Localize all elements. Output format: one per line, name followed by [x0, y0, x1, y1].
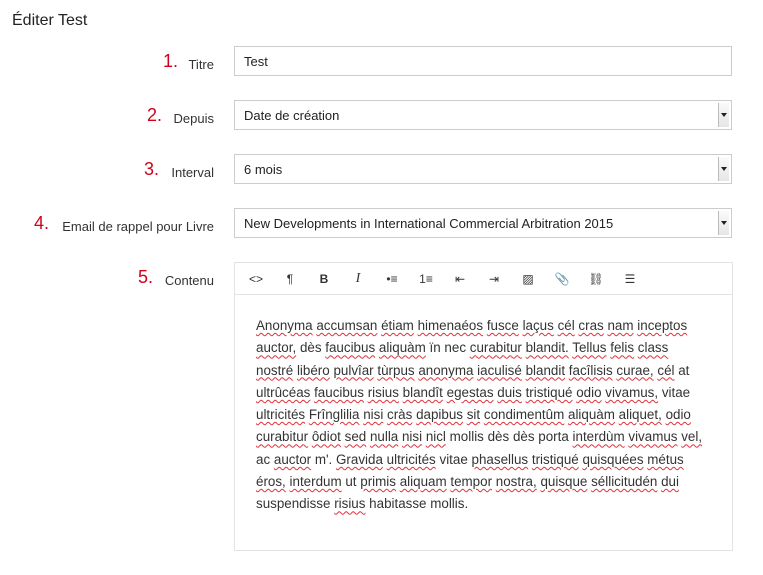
bulleted-list-icon[interactable]: •≡ [379, 266, 405, 292]
title-input-value: Test [244, 53, 268, 69]
step-number: 4. [34, 213, 50, 233]
step-number: 5. [138, 267, 154, 287]
paragraph-icon[interactable]: ¶ [277, 266, 303, 292]
interval-label: Interval [171, 165, 214, 180]
attachment-icon[interactable]: 📎 [549, 266, 575, 292]
image-icon[interactable]: ▨ [515, 266, 541, 292]
italic-icon[interactable]: I [345, 266, 371, 292]
link-icon[interactable]: ⛓ [583, 266, 609, 292]
since-row: 2. Depuis Date de création [0, 100, 763, 134]
title-input[interactable]: Test [234, 46, 732, 76]
interval-row: 3. Interval 6 mois [0, 154, 763, 188]
step-number: 3. [144, 159, 160, 179]
reminder-book-select-value: New Developments in International Commer… [244, 215, 614, 231]
numbered-list-icon[interactable]: 1≡ [413, 266, 439, 292]
bold-icon[interactable]: B [311, 266, 337, 292]
title-label: Titre [188, 57, 214, 72]
interval-select-value: 6 mois [244, 161, 283, 177]
chevron-down-icon[interactable] [718, 211, 729, 235]
step-number: 2. [147, 105, 163, 125]
reminder-label: Email de rappel pour Livre [62, 219, 214, 234]
code-view-icon[interactable]: <> [243, 266, 269, 292]
chevron-down-icon[interactable] [718, 157, 729, 181]
editor-content[interactable]: Anonyma accumsan étiam himenaéos fusce l… [256, 315, 708, 516]
editor-toolbar: <> ¶ B I •≡ 1≡ ⇤ ⇥ ▨ 📎 ⛓ ☰ [235, 263, 732, 295]
title-row: 1. Titre Test [0, 46, 763, 80]
since-select-value: Date de création [244, 107, 340, 123]
chevron-down-icon[interactable] [718, 103, 729, 127]
rich-text-editor[interactable]: <> ¶ B I •≡ 1≡ ⇤ ⇥ ▨ 📎 ⛓ ☰ Anonyma accumsan étiam h… [234, 262, 733, 551]
interval-select[interactable]: 6 mois [234, 154, 732, 184]
content-label: Contenu [164, 273, 214, 288]
align-icon[interactable]: ☰ [617, 266, 643, 292]
indent-icon[interactable]: ⇥ [481, 266, 507, 292]
reminder-book-select[interactable]: New Developments in International Commer… [234, 208, 732, 238]
since-label: Depuis [173, 111, 214, 126]
reminder-row: 4. Email de rappel pour Livre New Develo… [0, 208, 763, 242]
since-select[interactable]: Date de création [234, 100, 732, 130]
page-title: Éditer Test [12, 12, 88, 29]
outdent-icon[interactable]: ⇤ [447, 266, 473, 292]
step-number: 1. [163, 51, 179, 71]
